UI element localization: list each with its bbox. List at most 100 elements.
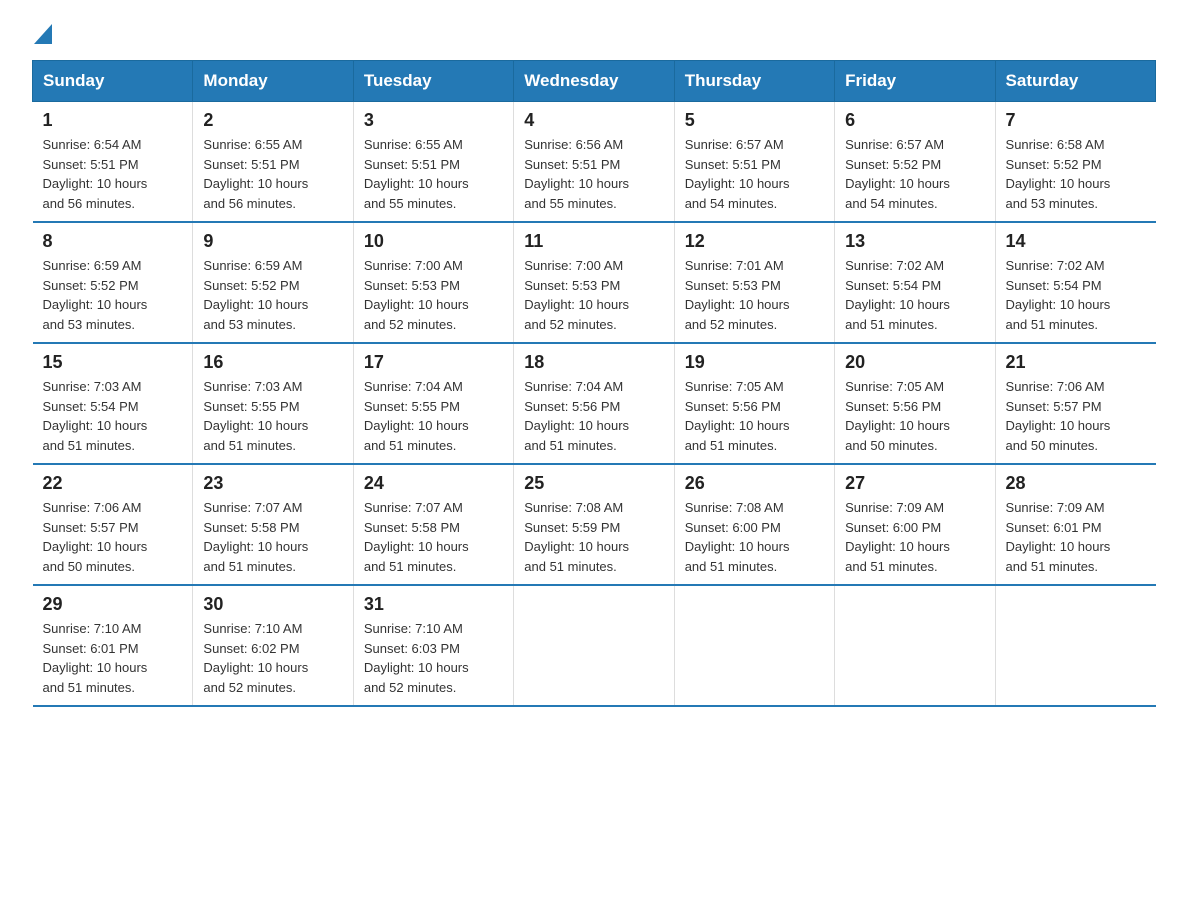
day-info: Sunrise: 7:02 AMSunset: 5:54 PMDaylight:… — [1006, 256, 1146, 334]
calendar-cell: 4 Sunrise: 6:56 AMSunset: 5:51 PMDayligh… — [514, 102, 674, 223]
day-number: 30 — [203, 594, 342, 615]
day-info: Sunrise: 6:57 AMSunset: 5:52 PMDaylight:… — [845, 135, 984, 213]
day-number: 3 — [364, 110, 503, 131]
day-info: Sunrise: 7:07 AMSunset: 5:58 PMDaylight:… — [203, 498, 342, 576]
day-info: Sunrise: 7:01 AMSunset: 5:53 PMDaylight:… — [685, 256, 824, 334]
day-number: 28 — [1006, 473, 1146, 494]
calendar-cell: 21 Sunrise: 7:06 AMSunset: 5:57 PMDaylig… — [995, 343, 1155, 464]
day-number: 10 — [364, 231, 503, 252]
day-number: 11 — [524, 231, 663, 252]
calendar-cell: 8 Sunrise: 6:59 AMSunset: 5:52 PMDayligh… — [33, 222, 193, 343]
day-number: 19 — [685, 352, 824, 373]
calendar-cell: 18 Sunrise: 7:04 AMSunset: 5:56 PMDaylig… — [514, 343, 674, 464]
day-info: Sunrise: 7:06 AMSunset: 5:57 PMDaylight:… — [43, 498, 183, 576]
day-number: 7 — [1006, 110, 1146, 131]
calendar-week-row: 1 Sunrise: 6:54 AMSunset: 5:51 PMDayligh… — [33, 102, 1156, 223]
day-number: 4 — [524, 110, 663, 131]
day-info: Sunrise: 6:56 AMSunset: 5:51 PMDaylight:… — [524, 135, 663, 213]
day-info: Sunrise: 7:00 AMSunset: 5:53 PMDaylight:… — [524, 256, 663, 334]
calendar-cell — [835, 585, 995, 706]
day-info: Sunrise: 6:57 AMSunset: 5:51 PMDaylight:… — [685, 135, 824, 213]
calendar-cell — [514, 585, 674, 706]
day-info: Sunrise: 6:59 AMSunset: 5:52 PMDaylight:… — [203, 256, 342, 334]
calendar-cell: 3 Sunrise: 6:55 AMSunset: 5:51 PMDayligh… — [353, 102, 513, 223]
day-info: Sunrise: 7:09 AMSunset: 6:01 PMDaylight:… — [1006, 498, 1146, 576]
day-info: Sunrise: 6:59 AMSunset: 5:52 PMDaylight:… — [43, 256, 183, 334]
calendar-cell: 19 Sunrise: 7:05 AMSunset: 5:56 PMDaylig… — [674, 343, 834, 464]
calendar-cell: 12 Sunrise: 7:01 AMSunset: 5:53 PMDaylig… — [674, 222, 834, 343]
day-number: 26 — [685, 473, 824, 494]
day-number: 5 — [685, 110, 824, 131]
day-info: Sunrise: 7:06 AMSunset: 5:57 PMDaylight:… — [1006, 377, 1146, 455]
calendar-cell: 24 Sunrise: 7:07 AMSunset: 5:58 PMDaylig… — [353, 464, 513, 585]
day-number: 24 — [364, 473, 503, 494]
day-info: Sunrise: 7:08 AMSunset: 5:59 PMDaylight:… — [524, 498, 663, 576]
calendar-cell: 27 Sunrise: 7:09 AMSunset: 6:00 PMDaylig… — [835, 464, 995, 585]
logo — [32, 24, 52, 44]
calendar-week-row: 15 Sunrise: 7:03 AMSunset: 5:54 PMDaylig… — [33, 343, 1156, 464]
calendar-cell: 10 Sunrise: 7:00 AMSunset: 5:53 PMDaylig… — [353, 222, 513, 343]
day-number: 29 — [43, 594, 183, 615]
day-info: Sunrise: 7:02 AMSunset: 5:54 PMDaylight:… — [845, 256, 984, 334]
day-number: 21 — [1006, 352, 1146, 373]
day-info: Sunrise: 7:08 AMSunset: 6:00 PMDaylight:… — [685, 498, 824, 576]
day-info: Sunrise: 7:05 AMSunset: 5:56 PMDaylight:… — [845, 377, 984, 455]
day-info: Sunrise: 7:07 AMSunset: 5:58 PMDaylight:… — [364, 498, 503, 576]
calendar-cell: 9 Sunrise: 6:59 AMSunset: 5:52 PMDayligh… — [193, 222, 353, 343]
calendar-cell: 7 Sunrise: 6:58 AMSunset: 5:52 PMDayligh… — [995, 102, 1155, 223]
calendar-cell: 29 Sunrise: 7:10 AMSunset: 6:01 PMDaylig… — [33, 585, 193, 706]
calendar-cell: 28 Sunrise: 7:09 AMSunset: 6:01 PMDaylig… — [995, 464, 1155, 585]
day-info: Sunrise: 7:03 AMSunset: 5:54 PMDaylight:… — [43, 377, 183, 455]
calendar-cell: 30 Sunrise: 7:10 AMSunset: 6:02 PMDaylig… — [193, 585, 353, 706]
weekday-header-row: SundayMondayTuesdayWednesdayThursdayFrid… — [33, 61, 1156, 102]
day-info: Sunrise: 7:00 AMSunset: 5:53 PMDaylight:… — [364, 256, 503, 334]
day-info: Sunrise: 7:05 AMSunset: 5:56 PMDaylight:… — [685, 377, 824, 455]
day-number: 23 — [203, 473, 342, 494]
calendar-cell: 13 Sunrise: 7:02 AMSunset: 5:54 PMDaylig… — [835, 222, 995, 343]
day-number: 12 — [685, 231, 824, 252]
calendar-cell — [995, 585, 1155, 706]
calendar-cell: 2 Sunrise: 6:55 AMSunset: 5:51 PMDayligh… — [193, 102, 353, 223]
day-info: Sunrise: 7:09 AMSunset: 6:00 PMDaylight:… — [845, 498, 984, 576]
calendar-cell: 31 Sunrise: 7:10 AMSunset: 6:03 PMDaylig… — [353, 585, 513, 706]
calendar-cell: 1 Sunrise: 6:54 AMSunset: 5:51 PMDayligh… — [33, 102, 193, 223]
calendar-cell: 20 Sunrise: 7:05 AMSunset: 5:56 PMDaylig… — [835, 343, 995, 464]
calendar-cell: 6 Sunrise: 6:57 AMSunset: 5:52 PMDayligh… — [835, 102, 995, 223]
calendar-cell: 26 Sunrise: 7:08 AMSunset: 6:00 PMDaylig… — [674, 464, 834, 585]
day-number: 18 — [524, 352, 663, 373]
weekday-header-tuesday: Tuesday — [353, 61, 513, 102]
day-number: 13 — [845, 231, 984, 252]
day-number: 20 — [845, 352, 984, 373]
calendar-week-row: 29 Sunrise: 7:10 AMSunset: 6:01 PMDaylig… — [33, 585, 1156, 706]
day-info: Sunrise: 6:58 AMSunset: 5:52 PMDaylight:… — [1006, 135, 1146, 213]
day-info: Sunrise: 6:55 AMSunset: 5:51 PMDaylight:… — [203, 135, 342, 213]
day-info: Sunrise: 6:55 AMSunset: 5:51 PMDaylight:… — [364, 135, 503, 213]
day-number: 8 — [43, 231, 183, 252]
calendar-cell: 11 Sunrise: 7:00 AMSunset: 5:53 PMDaylig… — [514, 222, 674, 343]
calendar-cell: 14 Sunrise: 7:02 AMSunset: 5:54 PMDaylig… — [995, 222, 1155, 343]
day-number: 15 — [43, 352, 183, 373]
calendar-cell: 22 Sunrise: 7:06 AMSunset: 5:57 PMDaylig… — [33, 464, 193, 585]
calendar-cell: 25 Sunrise: 7:08 AMSunset: 5:59 PMDaylig… — [514, 464, 674, 585]
day-number: 14 — [1006, 231, 1146, 252]
calendar-week-row: 22 Sunrise: 7:06 AMSunset: 5:57 PMDaylig… — [33, 464, 1156, 585]
weekday-header-thursday: Thursday — [674, 61, 834, 102]
calendar-cell: 5 Sunrise: 6:57 AMSunset: 5:51 PMDayligh… — [674, 102, 834, 223]
day-number: 2 — [203, 110, 342, 131]
day-number: 31 — [364, 594, 503, 615]
weekday-header-saturday: Saturday — [995, 61, 1155, 102]
weekday-header-sunday: Sunday — [33, 61, 193, 102]
day-number: 27 — [845, 473, 984, 494]
calendar-cell: 16 Sunrise: 7:03 AMSunset: 5:55 PMDaylig… — [193, 343, 353, 464]
weekday-header-wednesday: Wednesday — [514, 61, 674, 102]
day-number: 25 — [524, 473, 663, 494]
day-info: Sunrise: 7:04 AMSunset: 5:55 PMDaylight:… — [364, 377, 503, 455]
calendar-cell: 17 Sunrise: 7:04 AMSunset: 5:55 PMDaylig… — [353, 343, 513, 464]
weekday-header-monday: Monday — [193, 61, 353, 102]
calendar-table: SundayMondayTuesdayWednesdayThursdayFrid… — [32, 60, 1156, 707]
day-info: Sunrise: 7:04 AMSunset: 5:56 PMDaylight:… — [524, 377, 663, 455]
day-info: Sunrise: 7:10 AMSunset: 6:03 PMDaylight:… — [364, 619, 503, 697]
day-number: 16 — [203, 352, 342, 373]
weekday-header-friday: Friday — [835, 61, 995, 102]
day-number: 22 — [43, 473, 183, 494]
